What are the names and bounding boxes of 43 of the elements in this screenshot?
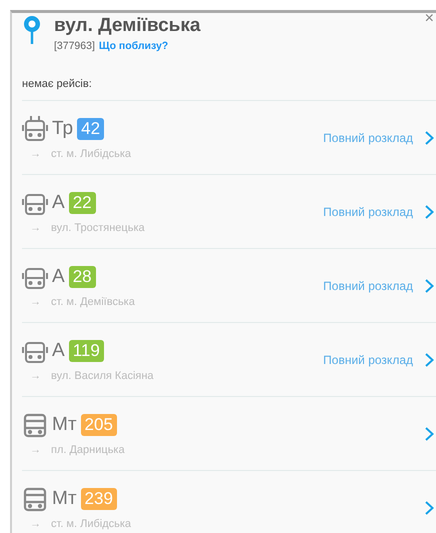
- location-pin-icon: [22, 15, 42, 45]
- direction-arrow: →: [30, 370, 41, 382]
- close-button[interactable]: ×: [424, 13, 434, 28]
- direction-text: вул. Тростянецька: [51, 222, 145, 234]
- full-schedule-link[interactable]: Повний розклад: [323, 130, 413, 144]
- trolleybus-icon: [22, 115, 48, 143]
- chevron-right-icon[interactable]: [425, 500, 434, 514]
- route-number-badge: 22: [68, 192, 96, 214]
- route-number-badge: 119: [68, 340, 104, 362]
- chevron-right-icon[interactable]: [425, 204, 434, 218]
- chevron-right-icon[interactable]: [425, 278, 434, 292]
- route-number-badge: 239: [80, 488, 117, 510]
- route-type: Мт: [52, 488, 77, 510]
- route-type: Мт: [52, 414, 77, 436]
- route-type: Тр: [52, 118, 74, 140]
- full-schedule-link[interactable]: Повний розклад: [323, 278, 413, 292]
- route-number-badge: 42: [77, 118, 104, 140]
- route-type: А: [52, 192, 65, 214]
- direction-arrow: →: [30, 148, 41, 160]
- route-type: А: [52, 266, 65, 288]
- stop-code: [377963]: [54, 40, 95, 52]
- minibus-icon: [22, 411, 48, 439]
- direction-text: пл. Дарницька: [51, 444, 125, 456]
- chevron-right-icon[interactable]: [425, 352, 434, 366]
- no-trips-label: немає рейсів:: [22, 78, 92, 90]
- stop-title: вул. Деміївська: [54, 15, 200, 37]
- minibus-icon: [22, 485, 48, 513]
- direction-text: ст. м. Либідська: [51, 148, 132, 160]
- direction-arrow: →: [30, 444, 41, 456]
- route-type: А: [52, 340, 65, 362]
- route-number-badge: 205: [80, 414, 117, 436]
- chevron-right-icon[interactable]: [425, 426, 434, 440]
- full-schedule-link[interactable]: Повний розклад: [323, 204, 413, 218]
- direction-text: ст. м. Либідська: [51, 518, 132, 530]
- direction-arrow: →: [30, 518, 41, 530]
- route-number-badge: 28: [68, 266, 96, 288]
- direction-text: вул. Василя Касіяна: [51, 370, 154, 382]
- direction-arrow: →: [30, 296, 41, 308]
- direction-arrow: →: [30, 222, 41, 234]
- full-schedule-link[interactable]: Повний розклад: [323, 352, 413, 366]
- direction-text: ст. м. Деміївська: [51, 296, 135, 308]
- chevron-right-icon[interactable]: [425, 130, 434, 144]
- nearby-link[interactable]: Що поблизу?: [98, 40, 168, 52]
